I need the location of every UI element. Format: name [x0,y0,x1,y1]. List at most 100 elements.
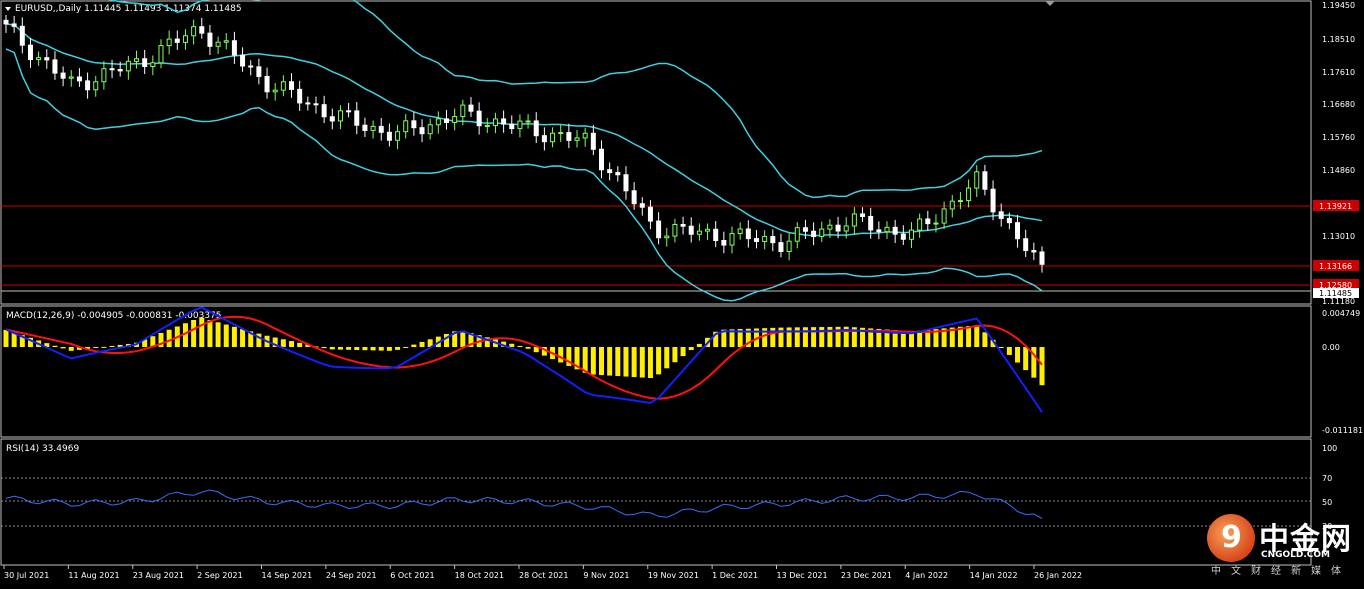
date-tick: 1 Dec 2021 [712,571,758,580]
macd-bar [419,341,425,347]
candlesticks [3,14,1045,273]
macd-bar [607,347,613,376]
candle-body [256,66,262,77]
candle-body [378,125,384,133]
chart-menu-icon[interactable] [5,7,11,11]
macd-bar [509,343,515,347]
candle-body [272,89,278,93]
candle-body [501,118,507,125]
candle-body [444,118,450,124]
candle-body [305,102,311,105]
candle-body [27,44,33,61]
candle-body [52,59,58,74]
macd-bar [517,345,523,347]
candle-body [745,228,751,240]
candle-body [289,81,295,90]
candle-body [435,118,441,126]
candle-body [60,72,66,79]
macd-bar [982,332,988,347]
candle-body [615,172,621,176]
candle-body [223,40,229,43]
rsi-panel-frame [0,438,1312,566]
trading-chart[interactable]: EURUSD,,Daily 1.11445 1.11493 1.11374 1.… [0,0,1364,585]
candle-body [802,227,808,232]
macd-bar [680,347,686,357]
candle-body [713,228,719,242]
macd-axis: 0.004749 0.00 -0.011181 [1322,309,1363,435]
macd-bar [647,347,653,379]
macd-bar [802,327,808,347]
candle-body [44,57,50,61]
macd-bar [378,347,384,351]
candle-body [778,242,784,252]
candle-body [794,227,800,242]
candle-body [966,187,972,202]
macd-bar [191,319,197,347]
macd-lines [5,306,1043,413]
date-axis: 30 Jul 2021 11 Aug 2021 23 Aug 2021 2 Sep 2… [3,565,1082,580]
candle-body [329,116,335,122]
horizontal-levels: 1.13921 1.13166 1.12580 1.11485 [1,200,1359,298]
candle-body [623,174,629,192]
macd-bar [109,345,115,347]
date-tick: 14 Sep 2021 [262,571,313,580]
macd-bar [166,329,172,347]
candle-body [957,200,963,203]
macd-tick: 0.00 [1322,343,1340,352]
candle-body [101,68,107,83]
candle-body [427,124,433,135]
price-panel-frame [0,0,1312,305]
candle-body [933,222,939,225]
date-tick: 23 Dec 2021 [841,571,892,580]
candle-body [884,226,890,233]
candle-body [460,104,466,118]
candle-body [990,188,996,213]
rsi-axis: 100 70 50 30 [1,444,1337,531]
candle-body [150,62,156,67]
candle-body [468,104,474,112]
macd-bar [794,327,800,347]
price-tick: 1.14860 [1322,166,1355,175]
candle-body [680,224,686,227]
watermark-subtitle: 中文财经新媒体 [1211,566,1351,577]
macd-bar [615,347,621,377]
macd-bar [321,347,327,349]
price-tick: 1.15760 [1322,133,1355,142]
macd-bar [688,347,694,351]
macd-bar [525,347,531,349]
cngold-logo-icon: 9 [1207,514,1255,562]
candle-body [688,225,694,235]
candle-body [199,26,205,34]
price-tick: 1.19450 [1322,1,1355,10]
candle-body [590,132,596,150]
candle-body [313,103,319,106]
candle-body [729,233,735,246]
macd-bar [966,325,972,347]
candle-body [574,137,580,141]
macd-bar [696,343,702,347]
candle-body [550,132,556,143]
candle-body [125,60,131,72]
macd-bar [395,347,401,350]
candle-body [639,203,645,208]
candle-body [721,240,727,246]
candle-body [484,125,490,128]
candle-body [541,135,547,143]
date-tick: 14 Jan 2022 [970,571,1018,580]
price-tick: 1.17610 [1322,68,1355,77]
candle-body [362,124,368,131]
macd-panel-frame [0,305,1312,438]
macd-bar [411,344,417,347]
macd-bar [974,325,980,347]
candle-body [370,125,376,131]
candle-body [354,110,360,126]
candle-body [876,229,882,233]
candle-body [941,208,947,224]
macd-bar [1023,347,1029,371]
candle-body [452,116,458,124]
candle-body [142,58,148,67]
shift-marker-icon[interactable] [1045,1,1055,6]
macd-bar [786,327,792,347]
candle-body [509,123,515,130]
candle-body [174,38,180,43]
